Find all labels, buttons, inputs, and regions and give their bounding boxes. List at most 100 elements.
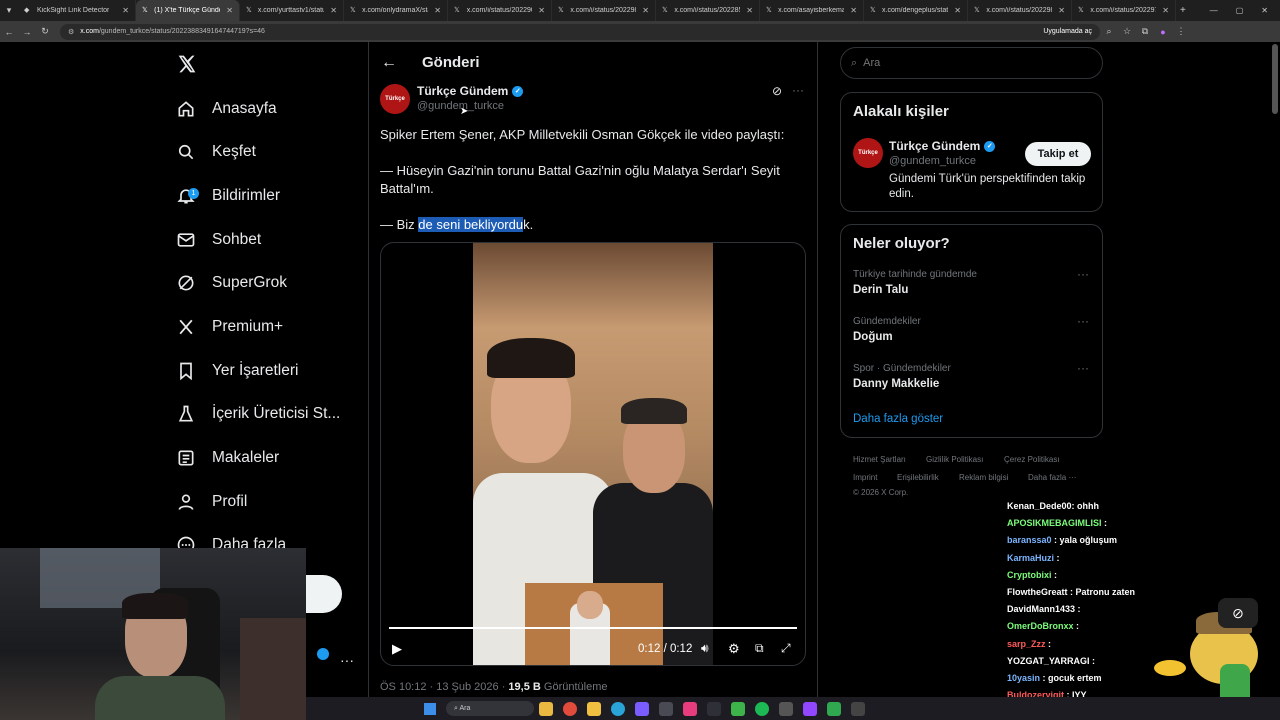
star-icon[interactable]: ☆: [1118, 26, 1136, 37]
trend-more-icon[interactable]: ···: [1077, 361, 1089, 375]
footer-link[interactable]: Hizmet Şartları: [853, 455, 906, 464]
back-arrow-icon[interactable]: ←: [381, 54, 397, 72]
avatar[interactable]: Türkçe: [380, 84, 410, 114]
author-name[interactable]: Türkçe Gündem ✓: [417, 84, 524, 98]
nav-label: Profil: [212, 493, 248, 510]
footer-link[interactable]: Gizlilik Politikası: [926, 455, 983, 464]
close-tab-icon[interactable]: ✕: [428, 6, 441, 15]
close-tab-icon[interactable]: ✕: [844, 6, 857, 15]
footer-link[interactable]: Daha fazla ···: [1028, 473, 1076, 482]
app-icon[interactable]: [683, 701, 697, 716]
trend-more-icon[interactable]: ···: [1077, 314, 1089, 328]
related-avatar[interactable]: Türkçe: [853, 138, 883, 168]
browser-tab[interactable]: 𝕏x.com/onlydramaX/statu✕: [344, 0, 448, 21]
windows-start-icon[interactable]: [424, 702, 436, 715]
grok-icon[interactable]: ⊘: [772, 84, 782, 98]
nav-item-9[interactable]: Profil: [176, 487, 247, 517]
menu-icon[interactable]: ⋮: [1172, 26, 1190, 37]
footer-link[interactable]: Çerez Politikası: [1004, 455, 1060, 464]
folder-icon[interactable]: [587, 701, 601, 716]
x-logo-icon[interactable]: [177, 54, 197, 79]
nav-item-5[interactable]: Premium+: [176, 312, 283, 342]
nav-label: SuperGrok: [212, 274, 287, 291]
reload-icon[interactable]: ↻: [36, 26, 54, 37]
profile-icon[interactable]: ●: [1154, 27, 1172, 37]
footer-link[interactable]: Reklam bilgisi: [959, 473, 1008, 482]
close-tab-icon[interactable]: ✕: [532, 6, 545, 15]
url-field[interactable]: ⚙ x.com /gundem_turkce/status/2022388349…: [60, 23, 1100, 40]
close-tab-icon[interactable]: ✕: [1156, 6, 1169, 15]
video-player[interactable]: ▶ 0:12 / 0:12 🔊︎ ⚙ ⧉ ⤢: [380, 242, 806, 666]
open-in-app-button[interactable]: Uygulamada aç: [1043, 28, 1092, 35]
search-input[interactable]: [863, 57, 1064, 69]
tab-list-icon[interactable]: ▾: [0, 5, 18, 16]
trend-more-icon[interactable]: ···: [1077, 267, 1089, 281]
close-tab-icon[interactable]: ✕: [740, 6, 753, 15]
browser-tab[interactable]: 𝕏 (1) X'te Türkçe Gündem✕: [136, 0, 240, 21]
volume-icon[interactable]: 🔊︎: [701, 641, 709, 656]
app-icon[interactable]: [731, 701, 745, 716]
close-tab-icon[interactable]: ✕: [220, 6, 233, 15]
pip-icon[interactable]: ⧉: [755, 641, 764, 656]
app-icon[interactable]: [827, 701, 841, 716]
settings-icon[interactable]: ⚙: [728, 641, 740, 657]
app-icon[interactable]: [803, 701, 817, 716]
tab-label: x.com/dengeplus/status/: [882, 7, 949, 14]
close-tab-icon[interactable]: ✕: [948, 6, 961, 15]
account-more-icon[interactable]: ···: [340, 652, 354, 668]
play-icon[interactable]: ▶: [392, 641, 402, 657]
nav-item-7[interactable]: İçerik Üreticisi St...: [176, 399, 340, 429]
file-explorer-icon[interactable]: [539, 701, 553, 716]
chrome-icon[interactable]: [563, 701, 577, 716]
browser-tab[interactable]: 𝕏x.com/yurttastv1/status/2✕: [240, 0, 344, 21]
app-icon[interactable]: [779, 701, 793, 716]
related-handle[interactable]: @gundem_turkce: [889, 155, 976, 167]
nav-item-6[interactable]: Yer İşaretleri: [176, 356, 298, 386]
close-tab-icon[interactable]: ✕: [636, 6, 649, 15]
fullscreen-icon[interactable]: ⤢: [781, 641, 791, 656]
app-icon[interactable]: [851, 701, 865, 716]
taskbar-search[interactable]: ⌕ Ara: [446, 701, 534, 716]
extensions-icon[interactable]: ⧉: [1136, 26, 1154, 37]
related-name[interactable]: Türkçe Gündem ✓: [889, 139, 996, 153]
maximize-icon[interactable]: ▢: [1236, 6, 1244, 15]
app-icon[interactable]: [635, 701, 649, 716]
nav-item-2[interactable]: 1 Bildirimler: [176, 181, 280, 211]
zoom-icon[interactable]: ⌕: [1100, 26, 1118, 37]
browser-tab[interactable]: ◆ KickSight Link Detector ✕: [18, 0, 136, 21]
app-icon[interactable]: [707, 701, 721, 716]
footer-link[interactable]: Imprint: [853, 473, 877, 482]
close-tab-icon[interactable]: ✕: [324, 6, 337, 15]
browser-tab[interactable]: 𝕏x.com/dengeplus/status/✕: [864, 0, 968, 21]
browser-tab[interactable]: 𝕏x.com/i/status/2022987 ✕: [552, 0, 656, 21]
search-box[interactable]: ⌕: [840, 47, 1103, 79]
nav-item-3[interactable]: Sohbet: [176, 225, 261, 255]
back-icon[interactable]: ←: [0, 27, 18, 37]
page-scrollbar[interactable]: [1272, 44, 1278, 114]
follow-button[interactable]: Takip et: [1025, 142, 1091, 166]
nav-item-0[interactable]: Anasayfa: [176, 94, 277, 124]
post-text-line-1: Spiker Ertem Şener, AKP Milletvekili Osm…: [380, 127, 785, 142]
close-window-icon[interactable]: ✕: [1261, 6, 1268, 15]
browser-tab[interactable]: 𝕏x.com/asayisberkemal0/✕: [760, 0, 864, 21]
nav-item-1[interactable]: Keşfet: [176, 137, 256, 167]
browser-tab[interactable]: 𝕏x.com/i/status/2022974 ✕: [1072, 0, 1176, 21]
app-icon[interactable]: [659, 701, 673, 716]
spotify-icon[interactable]: [755, 701, 769, 716]
more-options-icon[interactable]: ···: [792, 83, 804, 97]
close-tab-icon[interactable]: ✕: [1052, 6, 1065, 15]
nav-item-4[interactable]: SuperGrok: [176, 268, 287, 298]
nav-item-8[interactable]: Makaleler: [176, 443, 279, 473]
edge-icon[interactable]: [611, 701, 625, 716]
site-info-icon[interactable]: ⚙: [68, 28, 74, 36]
show-more-link[interactable]: Daha fazla göster: [853, 413, 943, 425]
new-tab-button[interactable]: +: [1180, 5, 1186, 16]
footer-link[interactable]: Erişilebilirlik: [897, 473, 939, 482]
forward-icon[interactable]: →: [18, 27, 36, 37]
close-tab-icon[interactable]: ✕: [116, 6, 129, 15]
minimize-icon[interactable]: —: [1210, 6, 1218, 15]
browser-tab[interactable]: 𝕏x.com/i/status/2022859 ✕: [656, 0, 760, 21]
browser-tab[interactable]: 𝕏x.com/i/status/202290 ✕: [448, 0, 552, 21]
video-progress-track[interactable]: [389, 627, 797, 629]
browser-tab[interactable]: 𝕏x.com/i/status/2022986 ✕: [968, 0, 1072, 21]
